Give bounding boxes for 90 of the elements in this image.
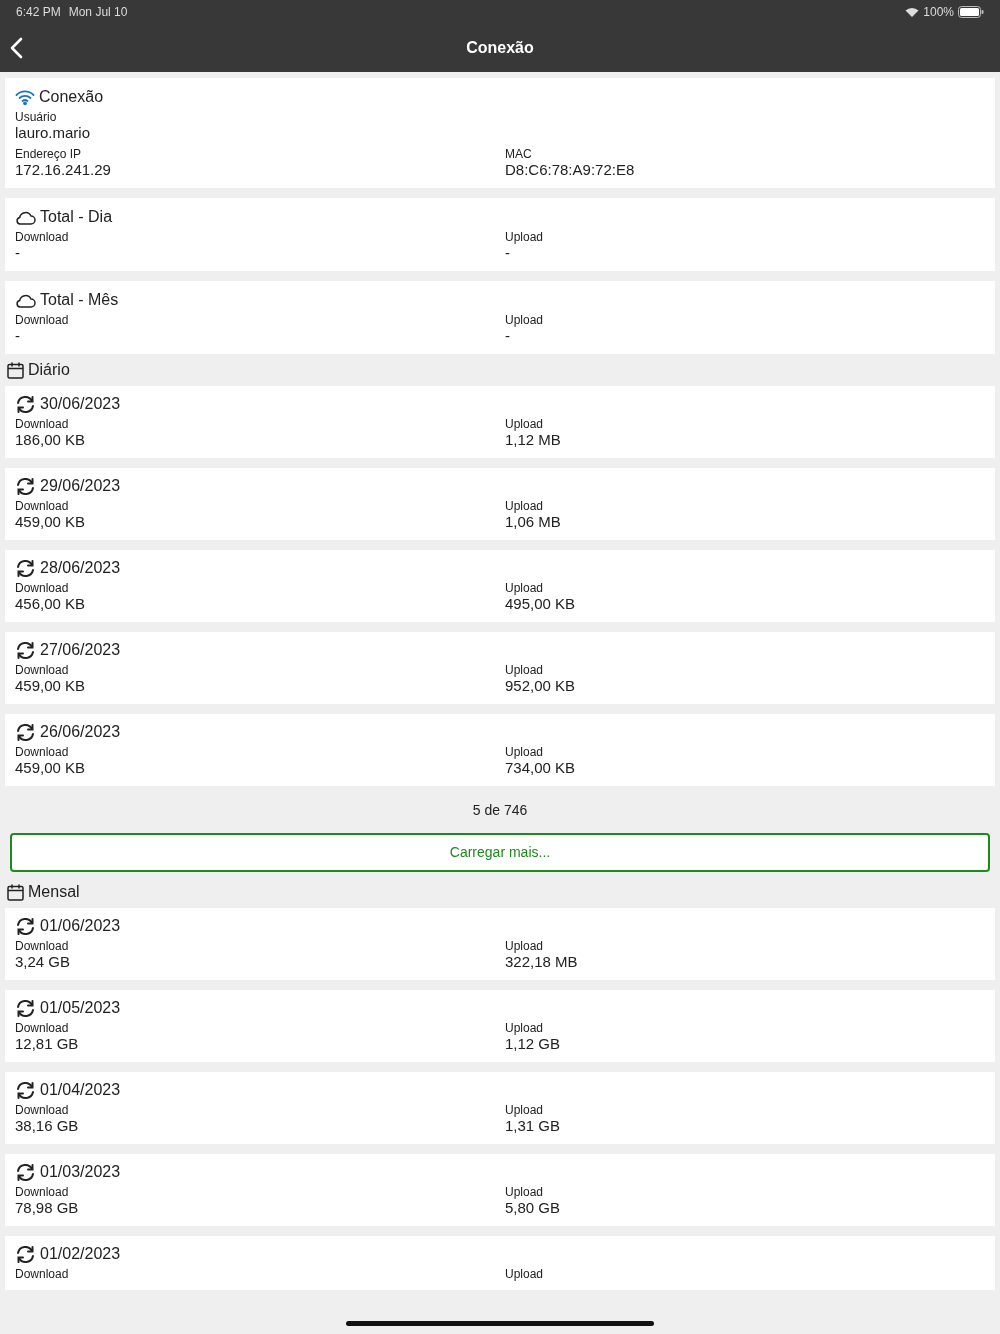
field-label: Download — [15, 1103, 70, 1117]
field-label: Download — [15, 499, 70, 513]
field-label: Upload — [505, 499, 545, 513]
field-value: - — [505, 327, 511, 345]
battery-percent: 100% — [923, 4, 954, 21]
field-label: Usuário — [15, 110, 58, 124]
field-value: 734,00 KB — [505, 759, 577, 777]
cloud-icon — [15, 292, 36, 308]
field-value: 459,00 KB — [15, 759, 87, 777]
card-title: Total - Dia — [40, 207, 113, 227]
card-title: 27/06/2023 — [40, 640, 121, 660]
field-value: 78,98 GB — [15, 1199, 80, 1217]
field-label: Upload — [505, 581, 545, 595]
date-text: Mon Jul 10 — [68, 4, 128, 21]
time-text: 6:42 PM — [16, 4, 61, 21]
field-value: 952,00 KB — [505, 677, 577, 695]
sync-icon — [15, 558, 36, 578]
field-label: Download — [15, 313, 70, 327]
sync-icon — [15, 1080, 36, 1100]
field-label: Download — [15, 663, 70, 677]
field-value: - — [15, 244, 21, 262]
card-title: 01/04/2023 — [40, 1080, 121, 1100]
sync-icon — [15, 916, 36, 936]
field-value: 322,18 MB — [505, 953, 579, 971]
field-value: 495,00 KB — [505, 595, 577, 613]
field-label: Download — [15, 1021, 70, 1035]
cloud-icon — [15, 209, 36, 225]
section-title: Diário — [28, 360, 70, 380]
field-label: Upload — [505, 1267, 545, 1281]
field-value: 1,12 MB — [505, 431, 562, 449]
field-value: lauro.mario — [15, 124, 92, 142]
field-label: Download — [15, 417, 70, 431]
field-label: Upload — [505, 663, 545, 677]
field-label: MAC — [505, 147, 533, 161]
card-title: 01/03/2023 — [40, 1162, 121, 1182]
field-value: 186,00 KB — [15, 431, 87, 449]
field-label: Download — [15, 1267, 70, 1281]
sync-icon — [15, 640, 36, 660]
sync-icon — [15, 394, 36, 414]
field-label: Upload — [505, 1185, 545, 1199]
field-value: 1,31 GB — [505, 1117, 562, 1135]
screen-title: Conexão — [466, 38, 534, 58]
card-title: 30/06/2023 — [40, 394, 121, 414]
field-label: Upload — [505, 313, 545, 327]
card-title: 01/02/2023 — [40, 1244, 121, 1264]
field-label: Download — [15, 939, 70, 953]
field-label: Upload — [505, 1103, 545, 1117]
field-value: 459,00 KB — [15, 677, 87, 695]
card-title: Total - Mês — [40, 290, 119, 310]
page-count: 5 de 746 — [471, 801, 529, 820]
field-label: Upload — [505, 745, 545, 759]
battery-icon — [958, 6, 984, 18]
field-label: Endereço IP — [15, 147, 83, 161]
section-title: Mensal — [28, 882, 80, 902]
card-title: Conexão — [39, 87, 104, 107]
field-value: 459,00 KB — [15, 513, 87, 531]
field-label: Download — [15, 581, 70, 595]
card-title: 28/06/2023 — [40, 558, 121, 578]
sync-icon — [15, 1162, 36, 1182]
card-title: 01/06/2023 — [40, 916, 121, 936]
field-value: 38,16 GB — [15, 1117, 80, 1135]
field-value: 172.16.241.29 — [15, 161, 112, 179]
card-title: 01/05/2023 — [40, 998, 121, 1018]
load-more-button[interactable]: Carregar mais... — [10, 833, 990, 872]
wifi-icon — [15, 89, 35, 105]
field-value: 456,00 KB — [15, 595, 87, 613]
calendar-icon — [7, 883, 24, 901]
field-label: Upload — [505, 1021, 545, 1035]
field-value: - — [15, 327, 21, 345]
card-title: 26/06/2023 — [40, 722, 121, 742]
field-label: Upload — [505, 939, 545, 953]
sync-icon — [15, 1244, 36, 1264]
field-value: D8:C6:78:A9:72:E8 — [505, 161, 636, 179]
field-value: - — [505, 244, 511, 262]
sync-icon — [15, 998, 36, 1018]
field-label: Upload — [505, 417, 545, 431]
field-label: Download — [15, 230, 70, 244]
field-label: Upload — [505, 230, 545, 244]
field-value: 3,24 GB — [15, 953, 72, 971]
sync-icon — [15, 722, 36, 742]
field-value: 12,81 GB — [15, 1035, 80, 1053]
field-value: 5,80 GB — [505, 1199, 562, 1217]
sync-icon — [15, 476, 36, 496]
card-title: 29/06/2023 — [40, 476, 121, 496]
field-label: Download — [15, 1185, 70, 1199]
wifi-icon — [905, 7, 920, 17]
calendar-icon — [7, 361, 24, 379]
field-value: 1,06 MB — [505, 513, 562, 531]
field-label: Download — [15, 745, 70, 759]
field-value: 1,12 GB — [505, 1035, 562, 1053]
